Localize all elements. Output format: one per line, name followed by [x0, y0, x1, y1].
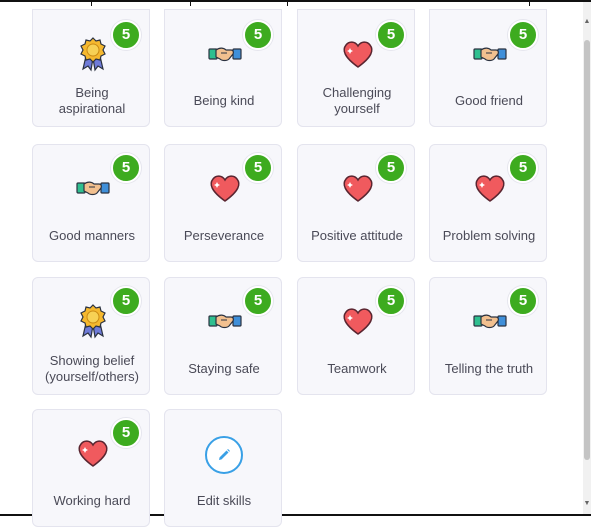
points-badge: 5	[376, 153, 406, 183]
handshake-icon	[472, 303, 508, 339]
skill-label: Showing belief (yourself/others)	[45, 353, 139, 384]
skill-label: Being aspirational	[58, 85, 126, 116]
handshake-icon	[75, 170, 111, 206]
skill-label: Challenging yourself	[322, 85, 392, 116]
handshake-icon	[207, 303, 243, 339]
medal-icon	[75, 36, 111, 72]
skill-label: Teamwork	[327, 361, 387, 376]
skill-label: Good manners	[49, 228, 135, 243]
points-badge: 5	[508, 20, 538, 50]
handshake-icon	[207, 36, 243, 72]
points-badge: 5	[243, 20, 273, 50]
scroll-up-arrow[interactable]: ▲	[583, 18, 591, 26]
skill-label: Working hard	[53, 493, 131, 508]
skill-label: Good friend	[455, 93, 523, 108]
skills-grid: 5 Being aspirational 5 Being kind 5 Challengin…	[0, 0, 583, 527]
heart-icon	[472, 170, 508, 206]
skill-card[interactable]: 5 Working hard	[32, 409, 150, 527]
skill-card[interactable]: 5 Perseverance	[164, 144, 282, 262]
heart-icon	[340, 170, 376, 206]
points-badge: 5	[508, 153, 538, 183]
heart-icon	[207, 170, 243, 206]
skill-label: Perseverance	[183, 228, 265, 243]
medal-icon	[75, 303, 111, 339]
skill-card[interactable]: 5 Showing belief (yourself/others)	[32, 277, 150, 395]
points-badge: 5	[111, 418, 141, 448]
skill-card[interactable]: 5 Staying safe	[164, 277, 282, 395]
points-badge: 5	[111, 153, 141, 183]
points-badge: 5	[508, 286, 538, 316]
skill-label: Staying safe	[188, 361, 260, 376]
edit-skills-label: Edit skills	[196, 493, 252, 508]
skill-label: Being kind	[193, 93, 255, 108]
heart-icon	[340, 36, 376, 72]
points-badge: 5	[111, 286, 141, 316]
pencil-icon[interactable]	[205, 436, 243, 474]
heart-icon	[75, 435, 111, 471]
heart-icon	[340, 303, 376, 339]
skill-card[interactable]: 5 Being kind	[164, 9, 282, 127]
points-badge: 5	[243, 286, 273, 316]
skill-label: Positive attitude	[311, 228, 403, 243]
edit-skills-card[interactable]: Edit skills	[164, 409, 282, 527]
skill-card[interactable]: 5 Problem solving	[429, 144, 547, 262]
skill-card[interactable]: 5 Good manners	[32, 144, 150, 262]
points-badge: 5	[111, 20, 141, 50]
points-badge: 5	[243, 153, 273, 183]
skill-card[interactable]: 5 Good friend	[429, 9, 547, 127]
skill-card[interactable]: 5 Challenging yourself	[297, 9, 415, 127]
scroll-down-arrow[interactable]: ▼	[583, 500, 591, 508]
skill-label: Telling the truth	[444, 361, 534, 376]
skill-label: Problem solving	[442, 228, 536, 243]
scrollbar-thumb[interactable]	[584, 40, 590, 460]
skill-card[interactable]: 5 Teamwork	[297, 277, 415, 395]
skill-card[interactable]: 5 Being aspirational	[32, 9, 150, 127]
skill-card[interactable]: 5 Positive attitude	[297, 144, 415, 262]
handshake-icon	[472, 36, 508, 72]
points-badge: 5	[376, 286, 406, 316]
skill-card[interactable]: 5 Telling the truth	[429, 277, 547, 395]
points-badge: 5	[376, 20, 406, 50]
